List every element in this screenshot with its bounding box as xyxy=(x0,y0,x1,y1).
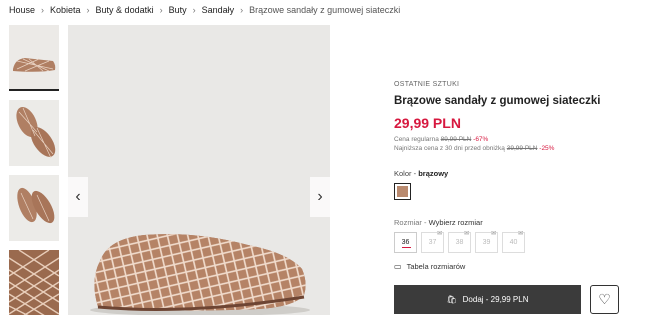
size-table-link[interactable]: ▭ Tabela rozmiarów xyxy=(394,262,465,271)
breadcrumb-item-buty[interactable]: Buty xyxy=(169,5,187,15)
wishlist-button[interactable]: ♡ xyxy=(590,285,619,314)
breadcrumb-item-house[interactable]: House xyxy=(9,5,35,15)
lowest-price-line: Najniższa cena z 30 dni przed obniżką 39… xyxy=(394,145,554,152)
color-value: brązowy xyxy=(418,169,449,178)
chevron-left-icon[interactable]: ‹ xyxy=(68,177,88,217)
thumbnail-4[interactable] xyxy=(9,250,59,315)
price: 29,99 PLN xyxy=(394,115,461,131)
thumbnail-1[interactable] xyxy=(9,25,59,91)
size-prompt: Wybierz rozmiar xyxy=(428,218,483,227)
size-selector: 36 ✉ 37 ✉ 38 ✉ 39 ✉ 40 xyxy=(394,231,525,253)
color-label: Kolor - brązowy xyxy=(394,169,449,178)
page-title: Brązowe sandały z gumowej siateczki xyxy=(394,95,601,107)
add-to-cart-label: Dodaj - 29,99 PLN xyxy=(462,295,529,304)
size-option-38[interactable]: ✉ 38 xyxy=(448,231,471,253)
thumbnail-2[interactable] xyxy=(9,100,59,166)
size-option-label: 38 xyxy=(455,239,464,246)
size-label: Rozmiar - Wybierz rozmiar xyxy=(394,218,483,227)
regular-price-line: Cena regularna 89,99 PLN -67% xyxy=(394,136,488,143)
thumbnail-gallery xyxy=(9,25,61,315)
size-option-label: 39 xyxy=(482,239,491,246)
thumbnail-3[interactable] xyxy=(9,175,59,241)
status-badge: OSTATNIE SZTUKI xyxy=(394,81,460,88)
size-label-text: Rozmiar xyxy=(394,218,422,227)
size-option-label: 37 xyxy=(428,239,437,246)
lowest-price-label: Najniższa cena z 30 dni przed obniżką xyxy=(394,145,505,152)
breadcrumb-item-kobieta[interactable]: Kobieta xyxy=(50,5,81,15)
size-option-39[interactable]: ✉ 39 xyxy=(475,231,498,253)
color-swatch-fill xyxy=(397,186,408,197)
size-option-label: 36 xyxy=(401,239,410,246)
lowest-discount: -25% xyxy=(539,145,555,152)
envelope-icon: ✉ xyxy=(436,231,442,237)
ruler-icon: ▭ xyxy=(394,262,402,271)
breadcrumb-separator-icon: › xyxy=(86,5,90,15)
add-to-cart-button[interactable]: 🛍 Dodaj - 29,99 PLN xyxy=(394,285,581,314)
chevron-right-icon[interactable]: › xyxy=(310,177,330,217)
breadcrumb-separator-icon: › xyxy=(192,5,196,15)
breadcrumb-item-current: Brązowe sandały z gumowej siateczki xyxy=(249,5,401,15)
size-option-label: 40 xyxy=(509,239,518,246)
regular-price-value: 89,99 PLN xyxy=(440,136,472,143)
breadcrumb-separator-icon: › xyxy=(240,5,244,15)
color-label-text: Kolor xyxy=(394,169,412,178)
size-option-37[interactable]: ✉ 37 xyxy=(421,231,444,253)
envelope-icon: ✉ xyxy=(463,231,469,237)
breadcrumb: House › Kobieta › Buty & dodatki › Buty … xyxy=(9,3,400,17)
breadcrumb-item-sandaly[interactable]: Sandały xyxy=(202,5,235,15)
envelope-icon: ✉ xyxy=(517,231,523,237)
main-product-image xyxy=(68,25,330,315)
breadcrumb-item-buty-dodatki[interactable]: Buty & dodatki xyxy=(96,5,154,15)
envelope-icon: ✉ xyxy=(490,231,496,237)
color-swatch-brown[interactable] xyxy=(394,183,411,200)
breadcrumb-separator-icon: › xyxy=(41,5,45,15)
breadcrumb-separator-icon: › xyxy=(159,5,163,15)
size-table-label: Tabela rozmiarów xyxy=(406,262,466,271)
regular-price-label: Cena regularna xyxy=(394,136,439,143)
size-option-40[interactable]: ✉ 40 xyxy=(502,231,525,253)
heart-icon: ♡ xyxy=(598,291,611,307)
size-option-36[interactable]: 36 xyxy=(394,232,417,253)
shopping-bag-icon: 🛍 xyxy=(446,295,457,304)
regular-discount: -67% xyxy=(473,136,489,143)
lowest-price-value: 39,99 PLN xyxy=(506,145,538,152)
